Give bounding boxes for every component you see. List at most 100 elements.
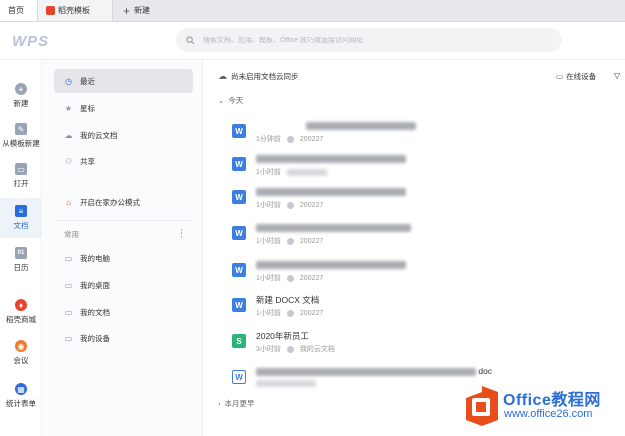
form-icon: ▦ bbox=[15, 383, 27, 395]
nav-meeting-label: 会议 bbox=[13, 356, 29, 365]
file-row[interactable]: W 1小时前 bbox=[232, 153, 612, 183]
word-doc-icon: W bbox=[232, 124, 246, 138]
nav-calendar[interactable]: 01 日历 bbox=[0, 240, 42, 280]
sidebar-cloud-label: 我的云文档 bbox=[80, 130, 118, 140]
plus-icon: + bbox=[123, 3, 131, 18]
online-devices-button[interactable]: ▭ 在线设备 bbox=[556, 71, 596, 82]
nav-meeting[interactable]: ◉ 会议 bbox=[0, 333, 42, 373]
device-icon: ▭ bbox=[64, 333, 73, 343]
group-earlier-month[interactable]: › 本月更早 bbox=[218, 398, 255, 409]
sidebar-item-desktop[interactable]: ▭ 我的桌面 bbox=[54, 273, 193, 297]
tab-new-label: 新建 bbox=[134, 6, 151, 15]
nav-from-template[interactable]: ✎ 从模板新建 bbox=[0, 116, 42, 156]
tab-home-label: 首页 bbox=[8, 6, 24, 15]
file-time: 1小时前 bbox=[256, 169, 281, 176]
file-location: 200227 bbox=[299, 309, 324, 317]
word-doc-icon: W bbox=[232, 370, 246, 384]
file-meta: 1小时前 200227 bbox=[256, 236, 323, 246]
file-row[interactable]: W 1分钟前 200227 bbox=[232, 120, 612, 150]
word-doc-icon: W bbox=[232, 226, 246, 240]
sidebar-share-label: 共享 bbox=[80, 156, 95, 166]
tab-new[interactable]: + 新建 bbox=[113, 0, 158, 21]
nav-documents[interactable]: ≡ 文档 bbox=[0, 198, 42, 238]
office-logo-icon bbox=[466, 386, 498, 426]
file-location: 200227 bbox=[299, 201, 324, 209]
sidebar-computer-label: 我的电脑 bbox=[80, 253, 110, 263]
file-name-redacted bbox=[256, 222, 411, 232]
location-icon bbox=[286, 274, 294, 282]
computer-icon: ▭ bbox=[64, 253, 73, 263]
word-doc-icon: W bbox=[232, 263, 246, 277]
template-icon: ✎ bbox=[15, 123, 27, 135]
file-time: 1小时前 bbox=[256, 275, 281, 282]
file-location: 200227 bbox=[299, 237, 324, 245]
watermark-title: Office教程网 bbox=[503, 392, 601, 409]
search-icon bbox=[186, 35, 195, 44]
cloud-icon: ☁ bbox=[64, 130, 73, 140]
file-name-redacted bbox=[256, 120, 416, 130]
chevron-right-icon: › bbox=[218, 399, 221, 408]
file-time: 1小时前 bbox=[256, 310, 281, 317]
sidebar-item-my-docs[interactable]: ▭ 我的文档 bbox=[54, 300, 193, 324]
file-row[interactable]: W 1小时前 200227 bbox=[232, 186, 612, 216]
cloud-location-icon bbox=[286, 345, 294, 353]
word-doc-icon: W bbox=[232, 190, 246, 204]
sidebar-item-cloud[interactable]: ☁ 我的云文档 bbox=[54, 123, 193, 147]
tab-template-label: 稻壳模板 bbox=[58, 6, 90, 15]
nav-docer-label: 稻壳商城 bbox=[6, 315, 36, 324]
watermark: Office教程网 www.office26.com bbox=[457, 380, 625, 436]
clock-icon: ◷ bbox=[65, 76, 72, 86]
more-icon[interactable]: ⋮ bbox=[177, 228, 186, 239]
group-today[interactable]: ⌄ 今天 bbox=[218, 95, 243, 106]
watermark-url: www.office26.com bbox=[504, 408, 593, 420]
filter-icon[interactable]: ▽ bbox=[614, 71, 620, 80]
share-icon: ⚇ bbox=[64, 156, 73, 166]
sidebar-item-share[interactable]: ⚇ 共享 bbox=[54, 149, 193, 173]
spreadsheet-icon: S bbox=[232, 334, 246, 348]
left-nav: + 新建 ✎ 从模板新建 ▭ 打开 ≡ 文档 01 日历 ♦ 稻壳商城 ◉ 会议… bbox=[0, 60, 42, 436]
file-meta: 3小时前 我的云文档 bbox=[256, 344, 335, 354]
file-row[interactable]: W 1小时前 200227 bbox=[232, 259, 612, 289]
word-doc-icon: W bbox=[232, 298, 246, 312]
star-icon: ★ bbox=[64, 103, 73, 113]
file-time: 1小时前 bbox=[256, 202, 281, 209]
file-row[interactable]: W 1小时前 200227 bbox=[232, 222, 612, 252]
tab-docer-template[interactable]: 稻壳模板 bbox=[38, 0, 113, 21]
sidebar-item-star[interactable]: ★ 星标 bbox=[54, 96, 193, 120]
nav-new-label: 新建 bbox=[13, 99, 29, 108]
location-icon bbox=[286, 201, 294, 209]
sidebar-item-recent[interactable]: ◷ 最近 bbox=[54, 69, 193, 93]
file-row[interactable]: W 新建 DOCX 文档 1小时前 200227 bbox=[232, 294, 612, 324]
cloud-sync-notice[interactable]: ☁ 尚未启用文档云同步 bbox=[218, 71, 299, 82]
file-meta: 1分钟前 200227 bbox=[256, 134, 323, 144]
file-name-redacted bbox=[256, 259, 406, 269]
sidebar-item-computer[interactable]: ▭ 我的电脑 bbox=[54, 246, 193, 270]
file-name: 新建 DOCX 文档 bbox=[256, 295, 320, 305]
sidebar-desktop-label: 我的桌面 bbox=[80, 280, 110, 290]
file-name: doc bbox=[256, 366, 492, 376]
nav-docer-mall[interactable]: ♦ 稻壳商城 bbox=[0, 292, 42, 332]
tab-home[interactable]: 首页 bbox=[0, 0, 38, 21]
location-icon bbox=[286, 237, 294, 245]
device-icon: ▭ bbox=[556, 72, 564, 81]
file-location: 我的云文档 bbox=[299, 346, 335, 353]
folder-icon: ▭ bbox=[15, 163, 27, 175]
sidebar-recent-label: 最近 bbox=[80, 76, 95, 86]
desktop-icon: ▭ bbox=[64, 280, 73, 290]
nav-form[interactable]: ▦ 统计表单 bbox=[0, 376, 42, 416]
file-name: 2020年新员工 bbox=[256, 331, 309, 341]
sidebar-item-device[interactable]: ▭ 我的设备 bbox=[54, 326, 193, 350]
sidebar-item-home-office[interactable]: ⌂ 开启在家办公模式 bbox=[54, 190, 193, 214]
nav-form-label: 统计表单 bbox=[6, 399, 36, 408]
file-location: 200227 bbox=[299, 135, 324, 143]
file-name-redacted bbox=[256, 153, 406, 163]
nav-new[interactable]: + 新建 bbox=[0, 76, 42, 116]
file-meta: 1小时前 bbox=[256, 167, 327, 177]
nav-open[interactable]: ▭ 打开 bbox=[0, 156, 42, 196]
search-input[interactable] bbox=[203, 36, 533, 44]
nav-open-label: 打开 bbox=[13, 179, 29, 188]
search-bar[interactable] bbox=[176, 28, 562, 52]
nav-documents-label: 文档 bbox=[13, 221, 29, 230]
file-row[interactable]: S 2020年新员工 3小时前 我的云文档 bbox=[232, 330, 612, 360]
tab-bar: 首页 稻壳模板 + 新建 bbox=[0, 0, 625, 22]
